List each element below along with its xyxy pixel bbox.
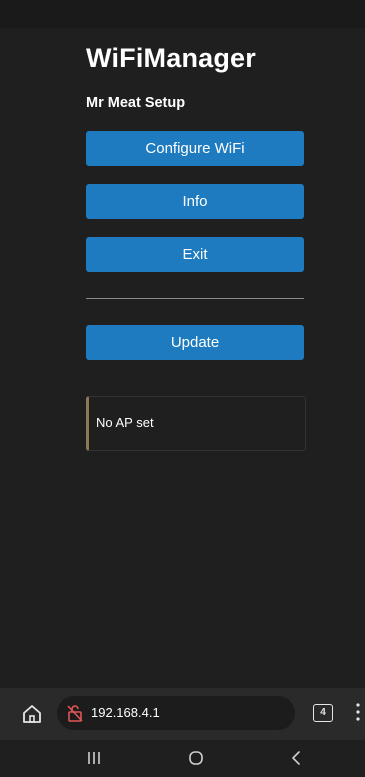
- exit-button[interactable]: Exit: [86, 237, 304, 272]
- home-icon[interactable]: [188, 749, 204, 767]
- recents-icon[interactable]: [86, 749, 102, 767]
- page-subtitle: Mr Meat Setup: [86, 95, 186, 111]
- content-wrapper: WiFiManager Mr Meat Setup Configure WiFi…: [86, 38, 306, 451]
- address-bar[interactable]: 192.168.4.1: [57, 696, 295, 730]
- update-button[interactable]: Update: [86, 325, 304, 360]
- not-secure-icon[interactable]: [65, 703, 85, 723]
- configure-wifi-button[interactable]: Configure WiFi: [86, 131, 304, 166]
- home-icon[interactable]: [20, 702, 44, 726]
- browser-toolbar: 192.168.4.1 4: [0, 688, 365, 740]
- status-message-text: No AP set: [96, 415, 154, 430]
- back-icon[interactable]: [290, 749, 302, 767]
- info-button[interactable]: Info: [86, 184, 304, 219]
- web-page: WiFiManager Mr Meat Setup Configure WiFi…: [0, 0, 365, 688]
- more-vert-icon[interactable]: [355, 701, 361, 723]
- divider: [86, 298, 304, 299]
- screen: WiFiManager Mr Meat Setup Configure WiFi…: [0, 0, 365, 777]
- system-nav-bar: [0, 740, 365, 777]
- url-text: 192.168.4.1: [91, 705, 160, 720]
- status-message-box: No AP set: [86, 396, 306, 451]
- tabs-icon[interactable]: 4: [313, 704, 333, 722]
- status-bar: [0, 0, 365, 28]
- page-title: WiFiManager: [86, 43, 256, 73]
